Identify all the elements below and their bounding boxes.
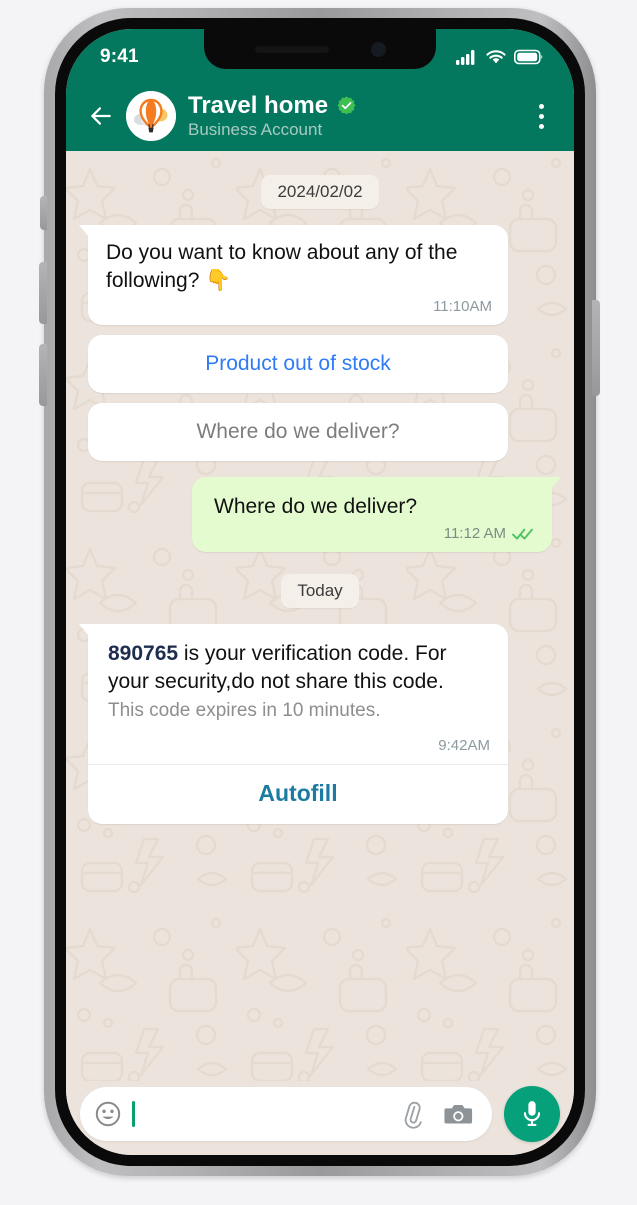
phone-screen: 9:41 Travel home Business Account 2024/0…	[66, 29, 574, 1155]
composer-icons	[396, 1099, 474, 1129]
message-meta: 9:42AM	[108, 737, 490, 756]
front-camera-icon	[370, 41, 386, 57]
quick-reply-row: Product out of stock	[88, 335, 552, 394]
message-meta: 11:12 AM	[214, 525, 534, 544]
otp-code: 890765	[108, 642, 179, 666]
message-bubble-outgoing[interactable]: Where do we deliver? 11:12 AM	[192, 477, 561, 553]
date-divider-label: 2024/02/02	[261, 175, 379, 209]
message-text: Where do we deliver?	[214, 495, 418, 519]
chat-subtitle: Business Account	[188, 120, 323, 140]
date-divider-label: Today	[281, 574, 359, 609]
back-arrow-icon[interactable]	[88, 103, 114, 129]
battery-icon	[514, 49, 543, 65]
otp-message-text: 890765 is your verification code. For yo…	[108, 640, 490, 695]
chat-message-list[interactable]: 2024/02/02 Do you want to know about any…	[66, 151, 574, 1081]
chat-header-bar: Travel home Business Account	[66, 85, 574, 151]
chat-header-text: Travel home Business Account	[188, 91, 523, 140]
avatar[interactable]	[126, 91, 176, 141]
earpiece-speaker	[254, 45, 329, 53]
quick-reply-where-do-we-deliver[interactable]: Where do we deliver?	[88, 403, 508, 462]
status-bar: 9:41	[66, 29, 574, 85]
date-divider: Today	[88, 574, 552, 609]
message-timestamp: 11:10AM	[433, 298, 492, 316]
verified-badge-icon	[337, 96, 356, 115]
message-meta: 11:10AM	[106, 298, 492, 317]
status-bar-clock: 9:41	[100, 46, 139, 67]
message-row-incoming: Do you want to know about any of the fol…	[79, 225, 552, 326]
volume-down-button[interactable]	[39, 344, 47, 406]
message-row-incoming-otp: 890765 is your verification code. For yo…	[79, 624, 552, 825]
overflow-menu-icon[interactable]	[535, 100, 548, 133]
volume-up-button[interactable]	[39, 262, 47, 324]
message-row-outgoing: Where do we deliver? 11:12 AM	[88, 477, 561, 553]
paperclip-icon[interactable]	[396, 1099, 426, 1129]
voice-record-button[interactable]	[504, 1086, 560, 1142]
app-header: 9:41 Travel home Business Account	[66, 29, 574, 151]
message-bubble-incoming[interactable]: Do you want to know about any of the fol…	[79, 225, 508, 326]
message-composer	[66, 1081, 574, 1155]
message-input-pill[interactable]	[80, 1087, 492, 1141]
text-cursor	[132, 1101, 135, 1127]
hot-air-balloon-avatar	[126, 91, 176, 141]
wifi-icon	[486, 50, 506, 64]
otp-expiry-note: This code expires in 10 minutes.	[108, 699, 381, 721]
chat-title: Travel home	[188, 91, 329, 119]
quick-reply-row: Where do we deliver?	[88, 403, 552, 462]
message-text: Do you want to know about any of the fol…	[106, 241, 458, 292]
autofill-button[interactable]: Autofill	[88, 765, 508, 824]
device-notch	[204, 29, 436, 69]
message-timestamp: 9:42AM	[438, 737, 490, 755]
cellular-signal-icon	[456, 50, 475, 65]
message-timestamp: 11:12 AM	[443, 525, 506, 543]
double-check-read-icon	[512, 528, 533, 540]
camera-icon[interactable]	[444, 1101, 474, 1127]
quick-reply-product-out-of-stock[interactable]: Product out of stock	[88, 335, 508, 394]
status-bar-icons	[456, 49, 544, 65]
power-button[interactable]	[592, 300, 600, 396]
message-bubble-otp[interactable]: 890765 is your verification code. For yo…	[79, 624, 508, 825]
chat-scroll-area: 2024/02/02 Do you want to know about any…	[79, 175, 561, 825]
date-divider: 2024/02/02	[88, 175, 552, 209]
mute-switch[interactable]	[40, 196, 47, 230]
microphone-icon	[523, 1101, 541, 1126]
emoji-smiley-icon[interactable]	[94, 1100, 122, 1128]
